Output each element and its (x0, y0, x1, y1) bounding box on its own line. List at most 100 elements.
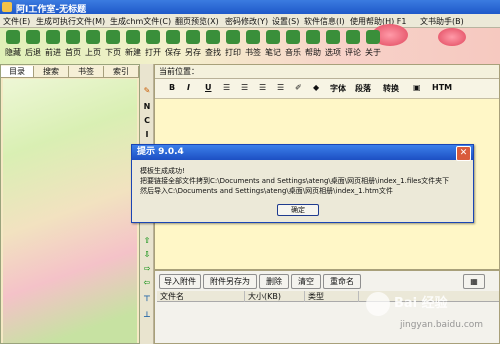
next-page-icon (106, 30, 120, 44)
music-button[interactable]: 音乐 (282, 30, 304, 62)
note-icon (266, 30, 280, 44)
print-icon (226, 30, 240, 44)
next-page-button[interactable]: 下页 (102, 30, 124, 62)
highlight-icon[interactable]: ✐ (295, 83, 302, 92)
about-icon (366, 30, 380, 44)
tab-bookmarks[interactable]: 书签 (69, 66, 104, 77)
comment-button[interactable]: 评论 (342, 30, 364, 62)
clear-attachments-button[interactable]: 清空 (291, 274, 321, 289)
tulip-background-image (3, 79, 137, 343)
arrow-up-icon[interactable]: ⇧ (142, 236, 152, 246)
dialog-title: 提示 9.0.4 (137, 147, 184, 157)
flower-decoration (438, 28, 466, 46)
open-button[interactable]: 打开 (142, 30, 164, 62)
insert-image-icon[interactable]: ▣ (413, 83, 421, 92)
save-as-icon (186, 30, 200, 44)
print-button[interactable]: 打印 (222, 30, 244, 62)
save-attachment-as-button[interactable]: 附件另存为 (203, 274, 257, 289)
underline-button[interactable]: U (205, 83, 212, 92)
col-type[interactable]: 类型 (305, 291, 359, 302)
dialog-message-line-2: 把要链接全部文件拷到C:\Documents and Settings\aten… (140, 177, 450, 185)
save-icon (166, 30, 180, 44)
save-as-button[interactable]: 另存 (182, 30, 204, 62)
menu-bar: 文件(E) 生成可执行文件(M) 生成chm文件(C) 翻页预览(X) 密码修改… (0, 14, 500, 28)
arrow-right-icon[interactable]: ⇨ (142, 264, 152, 274)
title-bar: 阿I工作室-无标题 (0, 0, 500, 15)
back-button[interactable]: 后退 (22, 30, 44, 62)
align-center-icon[interactable]: ☰ (241, 83, 248, 92)
arrow-left-icon[interactable]: ⇦ (142, 278, 152, 288)
watermark-brand: Bai 经验 (394, 296, 448, 311)
arrow-down-icon[interactable]: ⇩ (142, 250, 152, 260)
dialog-message-line-3: 然后导入C:\Documents and Settings\ateng\桌面\网… (140, 187, 393, 195)
edit-icon[interactable]: ✎ (142, 86, 152, 96)
prev-page-button[interactable]: 上页 (82, 30, 104, 62)
strip-i[interactable]: I (142, 130, 152, 140)
new-icon (126, 30, 140, 44)
move-bottom-icon[interactable]: ⊥ (142, 310, 152, 320)
close-icon[interactable]: ✕ (456, 146, 471, 161)
toolbar: 隐藏 后退 前进 首页 上页 下页 新建 打开 保存 另存 查找 打印 书签 笔… (0, 24, 500, 64)
italic-button[interactable]: I (187, 83, 190, 92)
font-button[interactable]: 字体 (330, 83, 346, 94)
bookmark-button[interactable]: 书签 (242, 30, 264, 62)
position-label: 当前位置： (159, 67, 199, 76)
music-icon (286, 30, 300, 44)
hide-icon (6, 30, 20, 44)
tab-search[interactable]: 搜索 (34, 66, 69, 77)
menu-password[interactable]: 密码修改(Y) (225, 16, 268, 27)
note-button[interactable]: 笔记 (262, 30, 284, 62)
message-dialog: 提示 9.0.4 ✕ 模板生成成功! 把要链接全部文件拷到C:\Document… (131, 144, 474, 223)
strip-c[interactable]: C (142, 116, 152, 126)
strip-n[interactable]: N (142, 102, 152, 112)
options-icon (326, 30, 340, 44)
open-icon (146, 30, 160, 44)
help-button[interactable]: 帮助 (302, 30, 324, 62)
delete-attachment-button[interactable]: 删除 (259, 274, 289, 289)
new-button[interactable]: 新建 (122, 30, 144, 62)
hide-button[interactable]: 隐藏 (2, 30, 24, 62)
position-bar: 当前位置： (155, 65, 499, 79)
move-top-icon[interactable]: ⊤ (142, 294, 152, 304)
find-button[interactable]: 查找 (202, 30, 224, 62)
back-icon (26, 30, 40, 44)
help-icon (306, 30, 320, 44)
comment-icon (346, 30, 360, 44)
watermark: Bai 经验 jingyan.baidu.com (364, 290, 494, 340)
convert-button[interactable]: 转换 (383, 83, 399, 94)
tab-index[interactable]: 索引 (104, 66, 139, 77)
dialog-message-line-1: 模板生成成功! (140, 167, 185, 175)
forward-button[interactable]: 前进 (42, 30, 64, 62)
paragraph-button[interactable]: 段落 (355, 83, 371, 94)
menu-settings[interactable]: 设置(S) (272, 16, 299, 27)
menu-page-preview[interactable]: 翻页预览(X) (175, 16, 219, 27)
ok-button[interactable]: 确定 (277, 204, 319, 216)
format-toolbar: B I U ☰ ☰ ☰ ☰ ✐ ◆ 字体 段落 转换 ▣ HTM (155, 79, 499, 99)
view-mode-icon[interactable]: ▦ (463, 274, 485, 289)
col-size[interactable]: 大小(KB) (245, 291, 305, 302)
col-filename[interactable]: 文件名 (157, 291, 245, 302)
menu-build-exe[interactable]: 生成可执行文件(M) (36, 16, 105, 27)
bold-button[interactable]: B (169, 83, 175, 92)
menu-file[interactable]: 文件(E) (3, 16, 30, 27)
rename-attachment-button[interactable]: 重命名 (323, 274, 361, 289)
left-tabs: 目录 搜索 书签 索引 (1, 65, 139, 78)
tab-contents[interactable]: 目录 (1, 66, 34, 77)
left-panel: 目录 搜索 书签 索引 (0, 64, 140, 344)
htm-button[interactable]: HTM (432, 83, 452, 92)
align-right-icon[interactable]: ☰ (259, 83, 266, 92)
justify-icon[interactable]: ☰ (277, 83, 284, 92)
prev-page-icon (86, 30, 100, 44)
save-button[interactable]: 保存 (162, 30, 184, 62)
menu-document-assistant[interactable]: 文书助手(B) (420, 16, 464, 27)
font-color-icon[interactable]: ◆ (313, 83, 319, 92)
options-button[interactable]: 选项 (322, 30, 344, 62)
import-attachment-button[interactable]: 导入附件 (159, 274, 201, 289)
paw-logo (366, 292, 390, 316)
home-button[interactable]: 首页 (62, 30, 84, 62)
menu-build-chm[interactable]: 生成chm文件(C) (110, 16, 171, 27)
forward-icon (46, 30, 60, 44)
about-button[interactable]: 关于 (362, 30, 384, 62)
menu-software-info[interactable]: 软件信息(I) (304, 16, 345, 27)
align-left-icon[interactable]: ☰ (223, 83, 230, 92)
